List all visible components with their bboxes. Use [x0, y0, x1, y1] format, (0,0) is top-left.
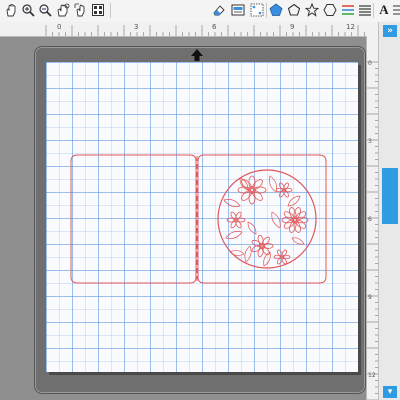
- card-design[interactable]: [70, 154, 327, 284]
- card-outline-left[interactable]: [70, 154, 197, 284]
- card-outline-right[interactable]: [197, 154, 327, 284]
- design-canvas: [70, 154, 327, 284]
- floral-medallion[interactable]: [217, 169, 317, 269]
